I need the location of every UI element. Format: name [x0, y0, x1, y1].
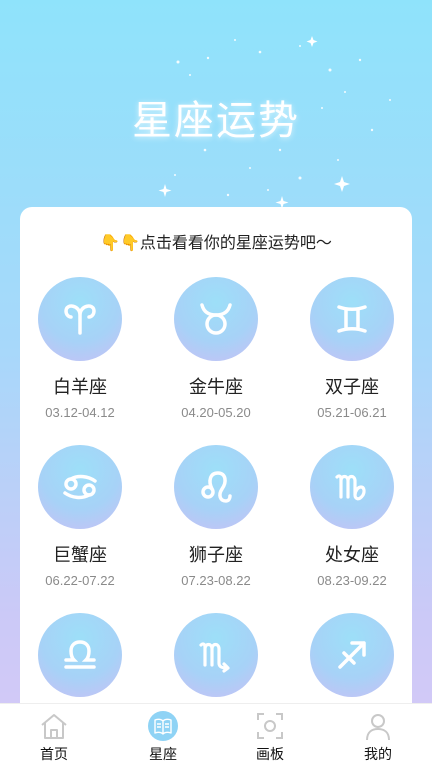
libra-icon: [38, 613, 122, 697]
bottom-tab-bar: 首页 星座 画板 我的: [0, 703, 432, 769]
book-icon: [148, 711, 178, 741]
tab-home-label: 首页: [40, 747, 68, 763]
banner-title: 星座运势: [132, 98, 300, 144]
gemini-icon: [310, 277, 394, 361]
cancer-icon: [38, 445, 122, 529]
leo-icon: [174, 445, 258, 529]
scan-frame-icon: [257, 713, 283, 739]
zodiac-card: 👇👇点击看看你的星座运势吧〜 白羊座 03.12-04.12 金牛座 04.20…: [20, 207, 412, 727]
card-prompt: 👇👇点击看看你的星座运势吧〜: [100, 233, 332, 252]
person-icon: [366, 714, 390, 741]
taurus-icon: [174, 277, 258, 361]
zodiac-item-leo[interactable]: 狮子座 07.23-08.22: [161, 445, 271, 588]
zodiac-item-aries[interactable]: 白羊座 03.12-04.12: [25, 277, 135, 420]
aries-icon: [38, 277, 122, 361]
scorpio-icon: [174, 613, 258, 697]
home-icon: [41, 714, 67, 739]
zodiac-item-gemini[interactable]: 双子座 05.21-06.21: [297, 277, 407, 420]
zodiac-item-virgo[interactable]: 处女座 08.23-09.22: [297, 445, 407, 588]
zodiac-item-cancer[interactable]: 巨蟹座 06.22-07.22: [25, 445, 135, 588]
tab-home[interactable]: 首页: [14, 704, 94, 769]
zodiac-item-taurus[interactable]: 金牛座 04.20-05.20: [161, 277, 271, 420]
tab-zodiac-label: 星座: [149, 747, 177, 763]
tab-canvas-label: 画板: [256, 747, 284, 763]
sagittarius-icon: [310, 613, 394, 697]
tab-mine[interactable]: 我的: [338, 704, 418, 769]
zodiac-item-scorpio[interactable]: [161, 613, 271, 709]
virgo-icon: [310, 445, 394, 529]
tab-mine-label: 我的: [364, 747, 392, 763]
zodiac-item-libra[interactable]: [25, 613, 135, 709]
tab-canvas[interactable]: 画板: [230, 704, 310, 769]
zodiac-item-sagittarius[interactable]: [297, 613, 407, 709]
tab-zodiac[interactable]: 星座: [123, 704, 203, 769]
